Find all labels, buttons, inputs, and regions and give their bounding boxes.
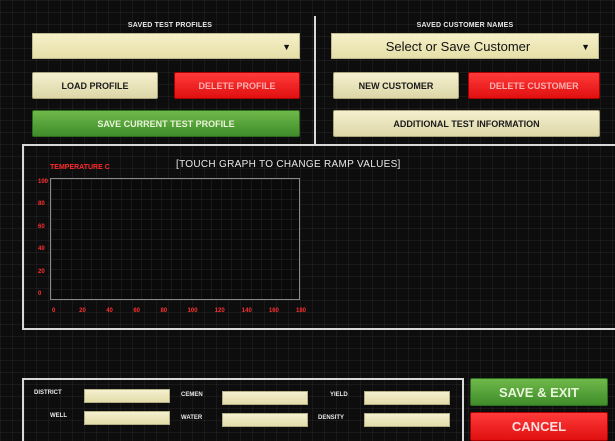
y-tick-label: 60: [38, 223, 45, 230]
delete-profile-button[interactable]: DELETE PROFILE: [174, 72, 300, 99]
customer-select[interactable]: Select or Save Customer ▼: [331, 33, 599, 59]
district-field[interactable]: [84, 389, 170, 403]
additional-info-button[interactable]: ADDITIONAL TEST INFORMATION: [333, 110, 600, 137]
x-tick-label: 140: [241, 308, 252, 314]
plot-area[interactable]: [50, 178, 300, 300]
water-field[interactable]: [222, 413, 308, 427]
app-window: SAVED TEST PROFILES ▼ LOAD PROFILE DELET…: [0, 0, 615, 441]
density-label: DENSITY: [318, 415, 345, 421]
y-tick-label: 100: [38, 179, 49, 185]
delete-customer-button[interactable]: DELETE CUSTOMER: [468, 72, 600, 99]
dropdown-arrow-icon: ▼: [282, 42, 291, 52]
x-tick-label: 0: [52, 308, 56, 314]
y-tick-label: 40: [38, 246, 45, 253]
x-tick-label: 80: [160, 308, 168, 314]
yield-label: YIELD: [330, 392, 348, 398]
save-exit-button[interactable]: SAVE & EXIT: [470, 378, 608, 406]
dropdown-arrow-icon: ▼: [581, 42, 590, 52]
density-field[interactable]: [364, 413, 450, 427]
y-tick-label: 80: [38, 201, 45, 208]
x-tick-label: 180: [296, 308, 307, 314]
load-profile-button[interactable]: LOAD PROFILE: [32, 72, 158, 99]
new-customer-button[interactable]: NEW CUSTOMER: [333, 72, 459, 99]
y-axis-label: TEMPERATURE C: [50, 164, 110, 171]
y-tick-label: 20: [38, 268, 45, 275]
cancel-button[interactable]: CANCEL: [470, 412, 608, 441]
x-tick-label: 20: [79, 308, 86, 314]
x-tick-label: 60: [133, 308, 141, 314]
customer-select-value: Select or Save Customer: [385, 38, 531, 54]
customers-title: SAVED CUSTOMER NAMES: [416, 22, 514, 29]
profiles-title: SAVED TEST PROFILES: [127, 22, 213, 29]
district-label: DISTRICT: [34, 390, 62, 396]
cement-field[interactable]: [222, 391, 308, 405]
graph-instruction: [TOUCH GRAPH TO CHANGE RAMP VALUES]: [176, 159, 401, 170]
cement-label: CEMEN: [181, 392, 203, 398]
x-tick-label: 40: [106, 308, 113, 314]
info-panel: [22, 378, 464, 441]
profile-select[interactable]: ▼: [32, 33, 300, 59]
x-tick-label: 100: [187, 308, 198, 314]
x-tick-label: 120: [214, 308, 225, 314]
water-label: WATER: [181, 415, 203, 421]
well-field[interactable]: [84, 411, 170, 425]
y-tick-label: 0: [38, 291, 42, 297]
x-tick-label: 160: [268, 308, 279, 314]
yield-field[interactable]: [364, 391, 450, 405]
well-label: WELL: [50, 413, 67, 419]
save-profile-button[interactable]: SAVE CURRENT TEST PROFILE: [32, 110, 300, 137]
